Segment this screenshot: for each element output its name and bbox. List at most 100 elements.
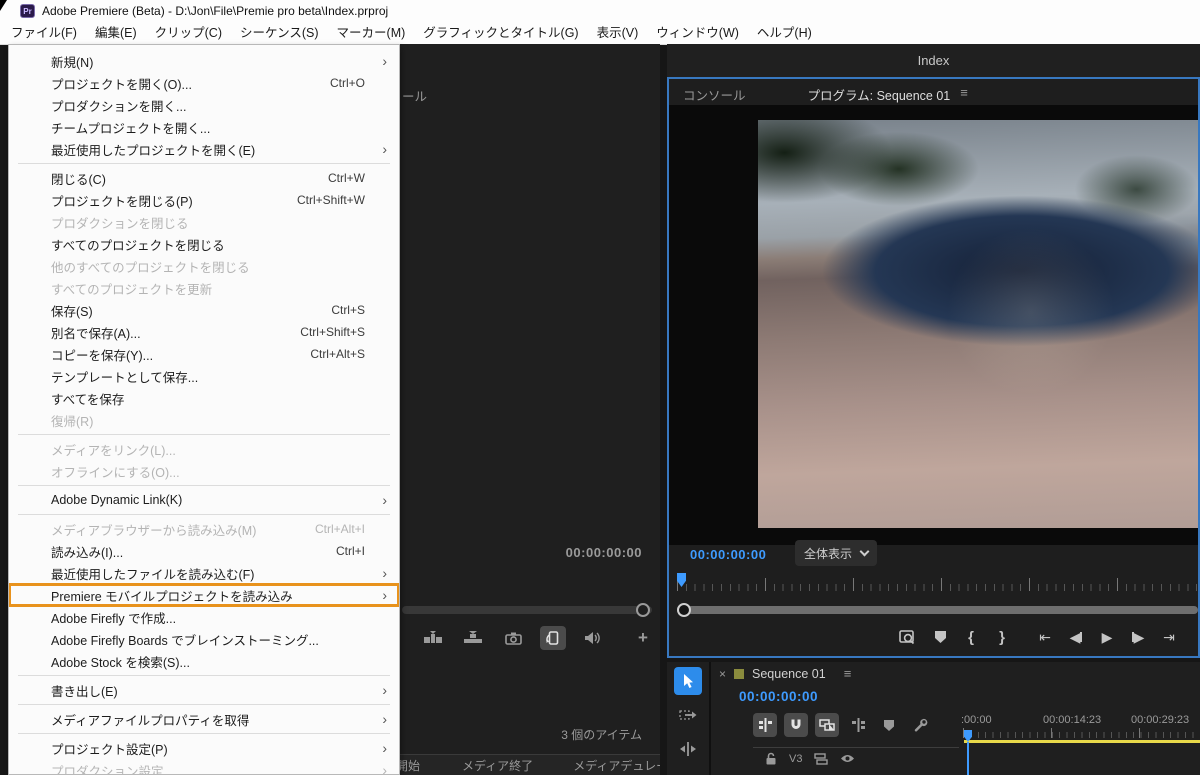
step-back-icon[interactable]: ◀ bbox=[1069, 629, 1083, 646]
file-menu-item[interactable]: 新規(N) › bbox=[9, 50, 399, 72]
timeline-tab[interactable]: × Sequence 01 ≡ bbox=[719, 666, 851, 681]
menu-file[interactable]: ファイル(F) bbox=[2, 22, 86, 44]
timeline-ruler-labels[interactable]: :00:00 00:00:14:23 00:00:29:23 00:0 bbox=[959, 714, 1200, 728]
file-menu-item: メディアをリンク(L)... bbox=[9, 438, 399, 460]
file-menu-item[interactable]: すべてを保存 bbox=[9, 387, 399, 409]
insert-icon[interactable] bbox=[420, 626, 446, 650]
menu-item-shortcut: Ctrl+O bbox=[330, 76, 365, 90]
submenu-arrow-icon: › bbox=[377, 53, 387, 69]
play-icon[interactable]: ▶ bbox=[1100, 629, 1114, 646]
mute-icon[interactable] bbox=[580, 626, 606, 650]
menu-edit[interactable]: 編集(E) bbox=[86, 22, 146, 44]
menu-item-shortcut: Ctrl+I bbox=[336, 544, 365, 558]
submenu-arrow-icon: › bbox=[377, 565, 387, 581]
program-timecode[interactable]: 00:00:00:00 bbox=[690, 547, 766, 562]
compare-frame-icon[interactable] bbox=[899, 630, 916, 645]
file-menu-item[interactable]: コピーを保存(Y)...Ctrl+Alt+S bbox=[9, 343, 399, 365]
program-monitor-panel: コンソール プログラム: Sequence 01 ≡ 00:00:00:00 全… bbox=[667, 77, 1200, 658]
file-menu-item[interactable]: 読み込み(I)...Ctrl+I bbox=[9, 540, 399, 562]
file-menu-item[interactable]: 最近使用したファイルを読み込む(F)› bbox=[9, 562, 399, 584]
file-menu-item[interactable]: Adobe Firefly Boards でブレインストーミング... bbox=[9, 628, 399, 650]
file-menu-item[interactable]: メディアファイルプロパティを取得› bbox=[9, 708, 399, 730]
mark-out-icon[interactable]: } bbox=[995, 629, 1009, 646]
menu-marker[interactable]: マーカー(M) bbox=[328, 22, 415, 44]
file-menu-item[interactable]: 別名で保存(A)...Ctrl+Shift+S bbox=[9, 321, 399, 343]
program-time-ruler[interactable] bbox=[677, 575, 1198, 591]
menu-bar: ファイル(F) 編集(E) クリップ(C) シーケンス(S) マーカー(M) グ… bbox=[0, 22, 1200, 44]
menu-item-label: 新規(N) bbox=[51, 52, 365, 71]
timeline-ruler[interactable] bbox=[963, 728, 1200, 738]
timeline-tab-label: Sequence 01 bbox=[752, 667, 826, 681]
selection-tool[interactable] bbox=[674, 667, 702, 695]
program-scrollbar[interactable] bbox=[677, 606, 1198, 614]
file-menu-item[interactable]: プロダクションを開く... bbox=[9, 94, 399, 116]
track-lock-icon[interactable] bbox=[765, 752, 777, 765]
source-zoom-scrollbar[interactable] bbox=[402, 606, 652, 614]
file-menu-item[interactable]: プロジェクトを閉じる(P)Ctrl+Shift+W bbox=[9, 189, 399, 211]
tab-console[interactable]: コンソール bbox=[683, 85, 746, 104]
menu-view[interactable]: 表示(V) bbox=[588, 22, 648, 44]
menu-help[interactable]: ヘルプ(H) bbox=[748, 22, 821, 44]
menu-item-label: メディアブラウザーから読み込み(M) bbox=[51, 520, 303, 539]
column-media-end[interactable]: メディア終了 bbox=[462, 757, 533, 774]
menu-clip[interactable]: クリップ(C) bbox=[146, 22, 231, 44]
track-header-v3: V3 bbox=[765, 752, 855, 765]
premiere-app-icon: Pr bbox=[20, 4, 35, 18]
column-media-start[interactable]: 開始 bbox=[400, 757, 420, 774]
file-menu-item[interactable]: 最近使用したプロジェクトを開く(E)› bbox=[9, 138, 399, 160]
menu-window[interactable]: ウィンドウ(W) bbox=[647, 22, 748, 44]
linked-selection-icon[interactable] bbox=[815, 713, 839, 737]
menu-item-label: すべてを保存 bbox=[51, 389, 365, 408]
file-menu-item[interactable]: すべてのプロジェクトを閉じる bbox=[9, 233, 399, 255]
track-output-eye-icon[interactable] bbox=[840, 753, 855, 764]
file-menu-item[interactable]: Adobe Stock を検索(S)... bbox=[9, 650, 399, 672]
track-sync-icon[interactable] bbox=[814, 753, 828, 765]
file-menu-item[interactable]: Adobe Firefly で作成... bbox=[9, 606, 399, 628]
snap-icon[interactable] bbox=[784, 713, 808, 737]
add-marker-icon[interactable] bbox=[933, 630, 947, 644]
source-zoom-scrollbar-handle[interactable] bbox=[636, 603, 650, 617]
timeline-settings-icon[interactable] bbox=[908, 713, 932, 737]
add-marker-icon[interactable] bbox=[877, 713, 901, 737]
menu-item-label: 保存(S) bbox=[51, 301, 319, 320]
file-menu-item[interactable]: テンプレートとして保存... bbox=[9, 365, 399, 387]
file-menu-item[interactable]: Premiere モバイルプロジェクトを読み込み› bbox=[9, 584, 399, 606]
file-menu-item[interactable]: プロジェクト設定(P)› bbox=[9, 737, 399, 759]
program-scrollbar-handle[interactable] bbox=[677, 603, 691, 617]
overwrite-icon[interactable] bbox=[460, 626, 486, 650]
track-select-forward-tool[interactable] bbox=[674, 701, 702, 729]
menu-graphics[interactable]: グラフィックとタイトル(G) bbox=[414, 22, 587, 44]
edit-on-mobile-icon[interactable] bbox=[540, 626, 566, 650]
track-label[interactable]: V3 bbox=[789, 753, 802, 765]
program-zoom-select[interactable]: 全体表示 bbox=[795, 540, 877, 566]
column-media-duration[interactable]: メディアデュレー bbox=[573, 757, 660, 774]
file-menu-item[interactable]: 書き出し(E)› bbox=[9, 679, 399, 701]
file-menu-item[interactable]: 保存(S)Ctrl+S bbox=[9, 299, 399, 321]
insert-as-nest-icon[interactable] bbox=[753, 713, 777, 737]
source-monitor-toolbar: + bbox=[420, 624, 660, 652]
export-frame-icon[interactable] bbox=[500, 626, 526, 650]
timeline-timecode[interactable]: 00:00:00:00 bbox=[739, 689, 818, 704]
close-icon[interactable]: × bbox=[719, 667, 726, 681]
step-forward-icon[interactable]: ▶ bbox=[1131, 629, 1145, 646]
file-menu-item[interactable]: 閉じる(C)Ctrl+W bbox=[9, 167, 399, 189]
button-editor-add-icon[interactable]: + bbox=[638, 628, 648, 648]
panel-menu-icon[interactable]: ≡ bbox=[844, 666, 852, 681]
file-menu-item: 他のすべてのプロジェクトを閉じる bbox=[9, 255, 399, 277]
keyframes-icon[interactable] bbox=[846, 713, 870, 737]
file-menu-item[interactable]: Adobe Dynamic Link(K)› bbox=[9, 489, 399, 511]
ripple-edit-tool[interactable] bbox=[674, 735, 702, 763]
menu-item-label: すべてのプロジェクトを閉じる bbox=[51, 235, 365, 254]
file-menu-item[interactable]: プロジェクトを開く(O)...Ctrl+O bbox=[9, 72, 399, 94]
menu-item-label: Adobe Stock を検索(S)... bbox=[51, 652, 365, 671]
menu-item-label: プロダクションを開く... bbox=[51, 96, 365, 115]
menu-sequence[interactable]: シーケンス(S) bbox=[231, 22, 328, 44]
source-tab-partial-label[interactable]: ール bbox=[402, 86, 427, 105]
panel-menu-icon[interactable]: ≡ bbox=[960, 85, 968, 100]
submenu-arrow-icon: › bbox=[377, 492, 387, 508]
panel-group-title: Index bbox=[918, 53, 950, 68]
go-to-in-icon[interactable]: ⇤ bbox=[1038, 629, 1052, 646]
file-menu-item[interactable]: チームプロジェクトを開く... bbox=[9, 116, 399, 138]
go-to-out-icon[interactable]: ⇥ bbox=[1162, 629, 1176, 646]
mark-in-icon[interactable]: { bbox=[964, 629, 978, 646]
